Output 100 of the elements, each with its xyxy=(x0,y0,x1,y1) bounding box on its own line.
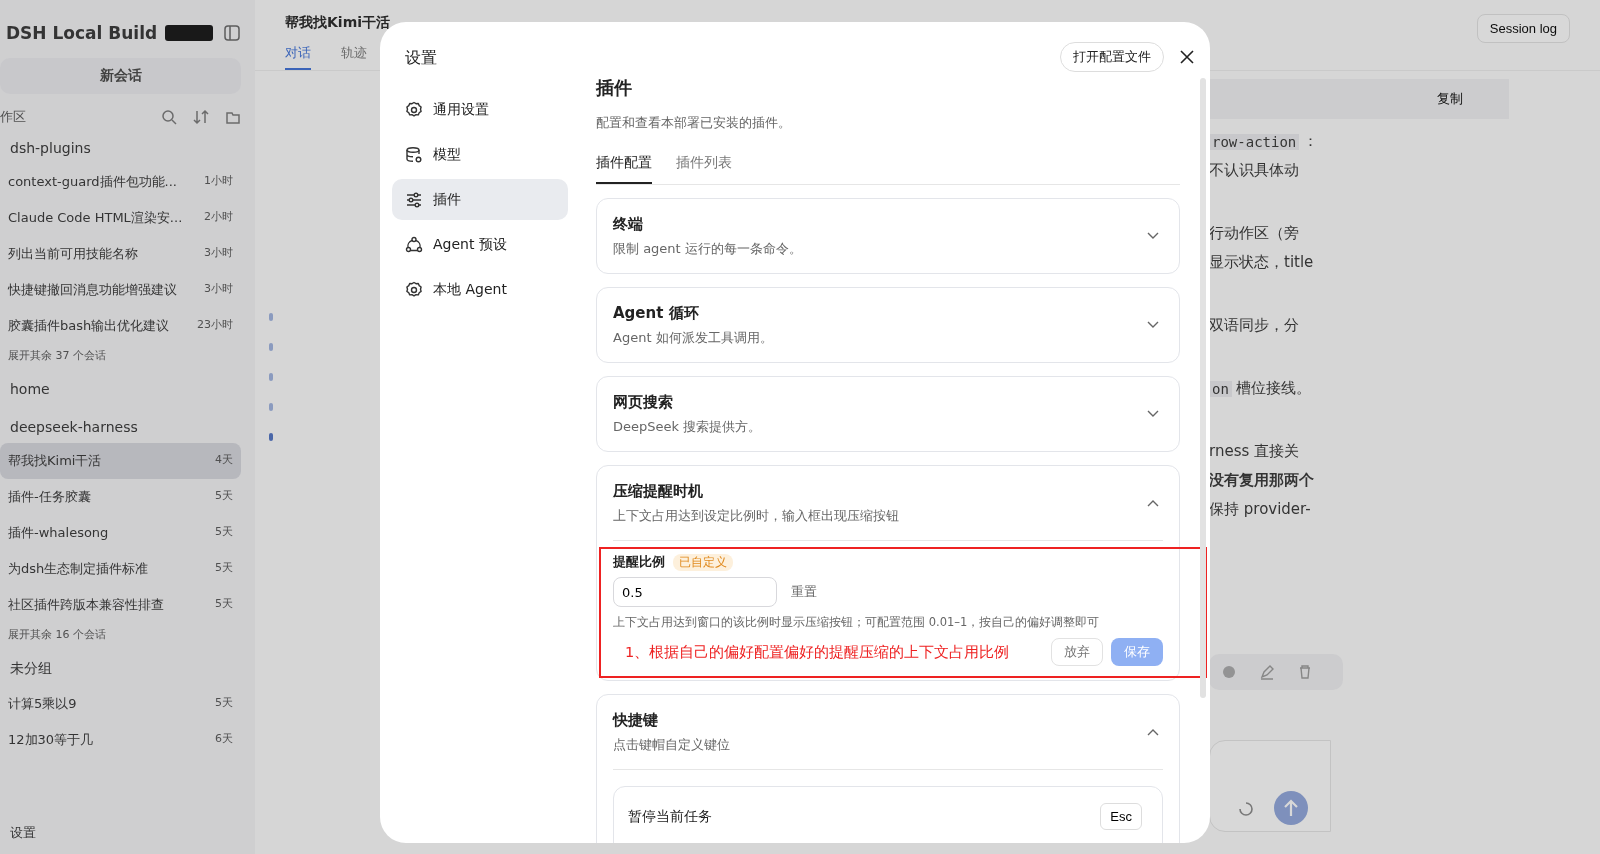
card-header[interactable]: Agent 循环 Agent 如何派发工具调用。 xyxy=(613,288,1163,362)
message-text: 不认识具体动 xyxy=(1209,161,1299,180)
session-item[interactable]: 帮我找Kimi干活 4天 xyxy=(0,443,241,479)
expand-more-link[interactable]: 展开其余 37 个会话 xyxy=(0,344,241,367)
settings-link[interactable]: 设置 xyxy=(0,812,241,854)
chevron-down-icon[interactable] xyxy=(1147,232,1159,240)
session-item[interactable]: 列出当前可用技能名称 3小时 xyxy=(0,236,241,272)
session-time: 5天 xyxy=(215,695,233,711)
gear-icon xyxy=(405,280,423,299)
scrollbar-thumb[interactable] xyxy=(1200,78,1206,698)
sort-icon[interactable] xyxy=(193,109,209,125)
card-description: 上下文占用达到设定比例时，输入框出现压缩按钮 xyxy=(613,506,899,525)
gear-icon xyxy=(405,100,423,119)
session-title: 列出当前可用技能名称 xyxy=(8,245,138,263)
settings-nav-item[interactable]: 模型 xyxy=(392,134,568,175)
reset-link[interactable]: 重置 xyxy=(791,583,817,601)
message-text: 双语同步，分 xyxy=(1209,316,1299,335)
session-item[interactable]: 计算5乘以9 5天 xyxy=(0,686,241,722)
info-icon[interactable] xyxy=(1221,664,1237,680)
session-item[interactable]: 胶囊插件bash输出优化建议 23小时 xyxy=(0,308,241,344)
message-text: on xyxy=(1209,380,1232,397)
chat-title: 帮我找Kimi干活 xyxy=(285,14,391,32)
settings-nav-item[interactable]: 插件 xyxy=(392,179,568,220)
session-title: 插件-whalesong xyxy=(8,524,109,542)
card-description: 限制 agent 运行的每一条命令。 xyxy=(613,239,802,258)
scroll-marker[interactable] xyxy=(269,433,273,441)
card-title: 压缩提醒时机 xyxy=(613,481,704,501)
trash-icon[interactable] xyxy=(1297,664,1313,680)
session-item[interactable]: 社区插件跨版本兼容性排查 5天 xyxy=(0,587,241,623)
folder-item[interactable]: 未分组 xyxy=(0,652,241,686)
page-subtitle: 配置和查看本部署已安装的插件。 xyxy=(596,114,792,132)
sliders-icon xyxy=(405,190,423,209)
card-header[interactable]: 压缩提醒时机 上下文占用达到设定比例时，输入框出现压缩按钮 xyxy=(613,466,1163,540)
section-label: 作区 xyxy=(0,108,26,126)
loading-icon xyxy=(1238,801,1254,817)
annotation-text: 1、根据自己的偏好配置偏好的提醒压缩的上下文占用比例 xyxy=(625,642,1010,662)
edit-icon[interactable] xyxy=(1259,664,1275,680)
scroll-marker[interactable] xyxy=(269,373,273,381)
shortcut-label: 暂停当前任务 xyxy=(628,807,712,826)
scroll-marker[interactable] xyxy=(269,313,273,321)
new-folder-icon[interactable] xyxy=(225,109,241,125)
session-title: 插件-任务胶囊 xyxy=(8,488,91,506)
session-item[interactable]: 12加30等于几 6天 xyxy=(0,722,241,758)
chat-tab[interactable]: 对话 xyxy=(285,44,311,70)
session-time: 3小时 xyxy=(204,281,233,297)
key-cap-button[interactable]: Esc xyxy=(1100,803,1142,830)
status-tag: 已自定义 xyxy=(673,553,733,571)
scroll-marker[interactable] xyxy=(269,403,273,411)
settings-nav-item[interactable]: 本地 Agent xyxy=(392,269,568,310)
new-chat-button[interactable]: 新会话 xyxy=(0,58,241,94)
session-title: 社区插件跨版本兼容性排查 xyxy=(8,596,164,614)
setting-label: 提醒比例 xyxy=(613,553,665,571)
close-icon[interactable] xyxy=(1180,50,1194,64)
search-icon[interactable] xyxy=(161,109,177,125)
folder-item[interactable]: home xyxy=(0,373,241,405)
session-time: 1小时 xyxy=(204,173,233,189)
session-log-button[interactable]: Session log xyxy=(1476,14,1570,43)
card-header[interactable]: 快捷键 点击键帽自定义键位 xyxy=(613,695,1163,769)
settings-nav-item[interactable]: Agent 预设 xyxy=(392,224,568,265)
folder-item[interactable]: deepseek-harness xyxy=(0,411,241,443)
message-text: ： xyxy=(1303,132,1319,151)
session-item[interactable]: 快捷键撤回消息功能增强建议 3小时 xyxy=(0,272,241,308)
chevron-up-icon[interactable] xyxy=(1147,499,1159,507)
chevron-down-icon[interactable] xyxy=(1147,410,1159,418)
message-text: 没有复用那两个 xyxy=(1209,471,1314,490)
card-title: Agent 循环 xyxy=(613,303,700,323)
session-item[interactable]: Claude Code HTML渲染安... 2小时 xyxy=(0,200,241,236)
session-time: 6天 xyxy=(215,731,233,747)
card-description: 点击键帽自定义键位 xyxy=(613,735,730,754)
card-header[interactable]: 终端 限制 agent 运行的每一条命令。 xyxy=(613,199,1163,273)
settings-nav-item[interactable]: 通用设置 xyxy=(392,89,568,130)
chat-tab[interactable]: 轨迹 xyxy=(341,44,367,70)
session-item[interactable]: 为dsh生态制定插件标准 5天 xyxy=(0,551,241,587)
chevron-down-icon[interactable] xyxy=(1147,321,1159,329)
session-item[interactable]: 插件-whalesong 5天 xyxy=(0,515,241,551)
session-item[interactable]: context-guard插件包功能... 1小时 xyxy=(0,164,241,200)
session-title: 帮我找Kimi干活 xyxy=(8,452,102,470)
expand-more-link[interactable]: 展开其余 16 个会话 xyxy=(0,623,241,646)
session-title: 12加30等于几 xyxy=(8,731,94,749)
build-badge xyxy=(165,25,214,41)
input-field[interactable]: 0.5 xyxy=(613,577,777,607)
discard-button[interactable]: 放弃 xyxy=(1051,638,1103,666)
app-title: DSH Local Build xyxy=(6,23,158,43)
scroll-marker[interactable] xyxy=(269,343,273,351)
session-time: 3小时 xyxy=(204,245,233,261)
open-config-button[interactable]: 打开配置文件 xyxy=(1060,42,1164,72)
nodes-icon xyxy=(405,235,423,254)
folder-item[interactable]: dsh-plugins xyxy=(0,132,241,164)
card-header[interactable]: 网页搜索 DeepSeek 搜索提供方。 xyxy=(613,377,1163,451)
copy-button[interactable]: 复制 xyxy=(1431,89,1469,109)
message-composer[interactable] xyxy=(1209,740,1331,832)
session-item[interactable]: 插件-任务胶囊 5天 xyxy=(0,479,241,515)
plugin-tab[interactable]: 插件配置 xyxy=(596,154,652,184)
card-description: Agent 如何派发工具调用。 xyxy=(613,328,773,347)
sidebar-toggle-icon[interactable] xyxy=(223,24,241,42)
chevron-up-icon[interactable] xyxy=(1147,728,1159,736)
session-time: 23小时 xyxy=(197,317,233,333)
send-button[interactable] xyxy=(1274,791,1308,825)
plugin-tab[interactable]: 插件列表 xyxy=(676,154,732,184)
session-title: Claude Code HTML渲染安... xyxy=(8,209,183,227)
